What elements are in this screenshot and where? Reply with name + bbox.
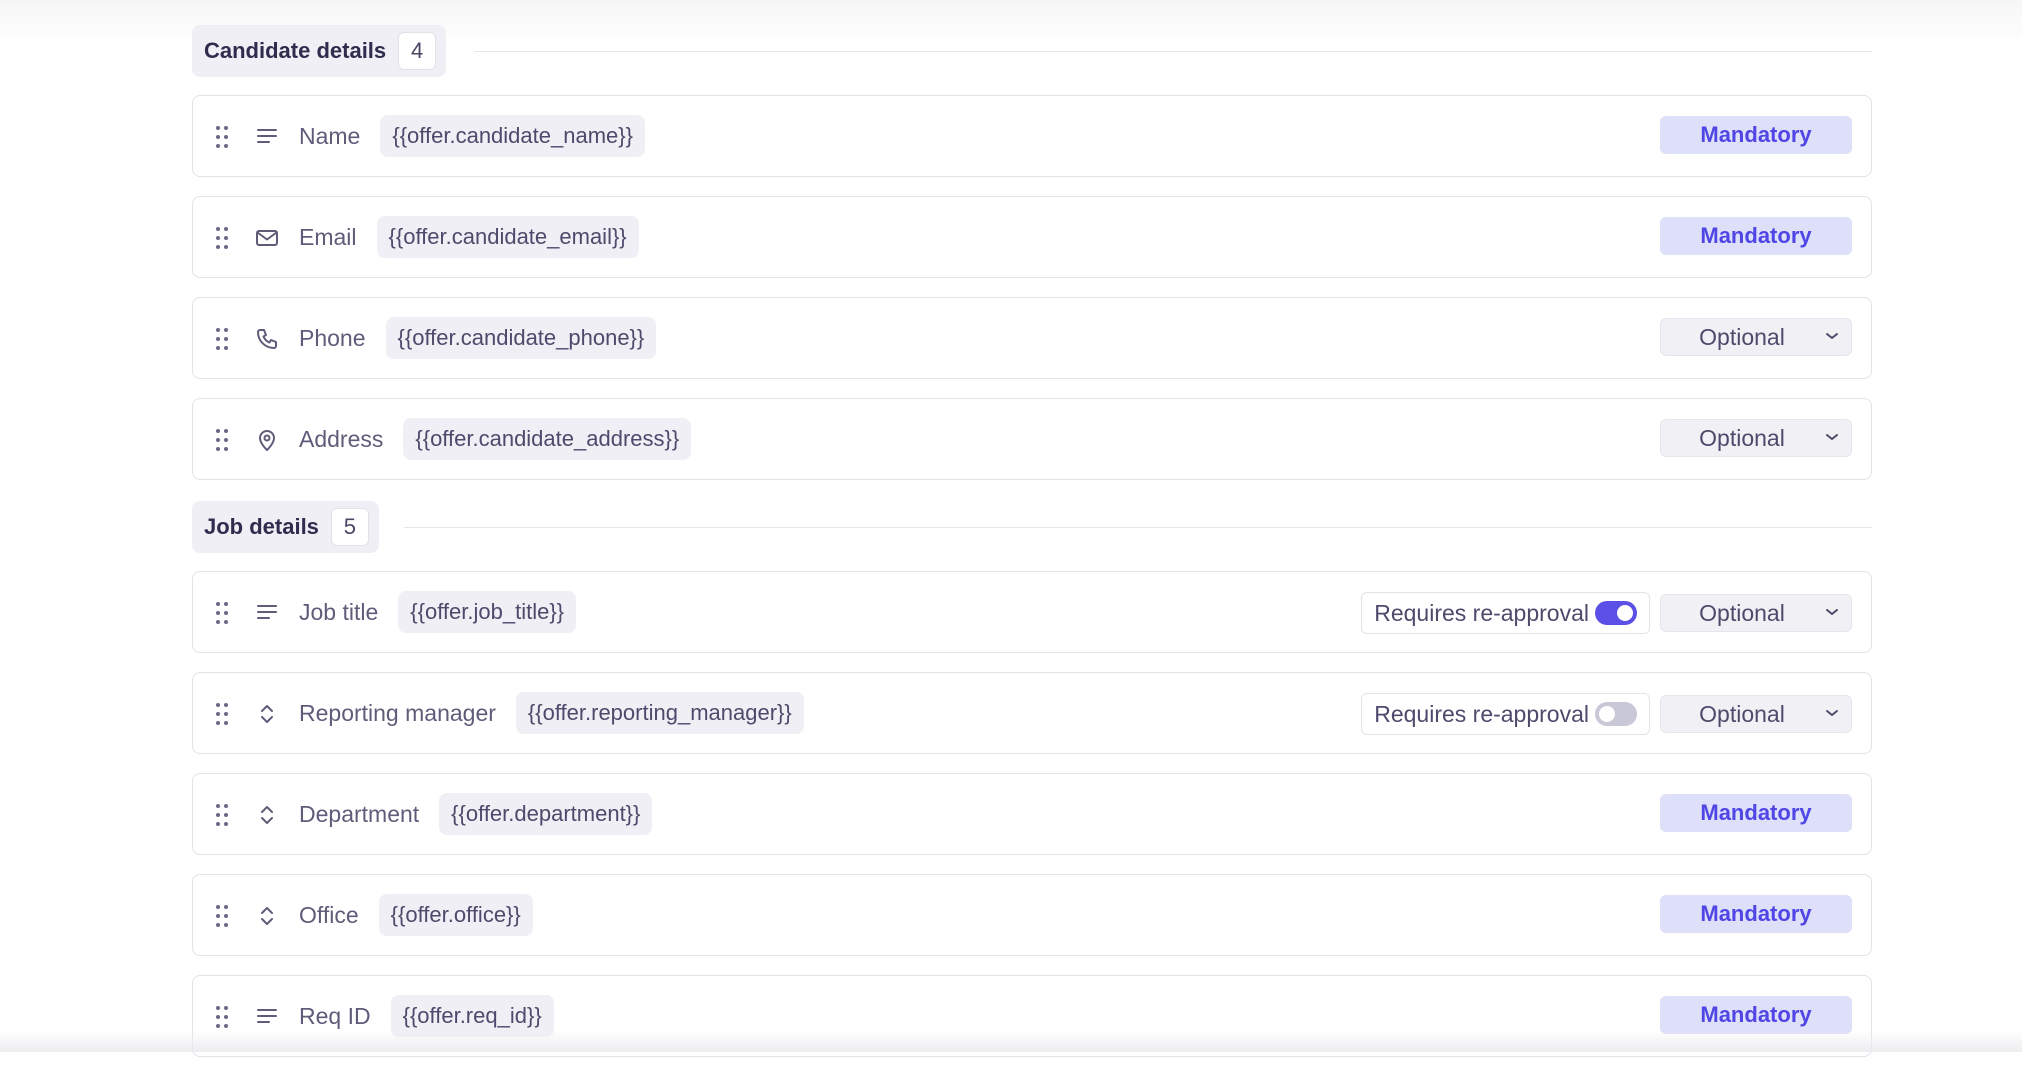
field-label: Department [299,800,420,827]
drag-handle-icon[interactable] [215,601,229,625]
field-row-phone[interactable]: Phone {{offer.candidate_phone}} Optional [192,297,1872,379]
chevron-down-icon [1826,609,1838,615]
requirement-select-value: Optional [1699,599,1785,626]
requirement-select-value: Optional [1699,424,1785,451]
field-token: {{offer.candidate_name}} [380,115,645,157]
mail-icon [255,226,279,250]
field-token: {{offer.candidate_email}} [376,216,639,258]
field-label: Req ID [299,1002,371,1029]
phone-icon [255,327,279,351]
field-row-job-title[interactable]: Job title {{offer.job_title}} Requires r… [192,571,1872,653]
chevron-up-down-icon [255,803,279,827]
field-token: {{offer.candidate_address}} [403,418,692,460]
drag-handle-icon[interactable] [215,327,229,351]
drag-handle-icon[interactable] [215,702,229,726]
requirement-select-value: Optional [1699,700,1785,727]
requirement-select[interactable]: Optional [1660,695,1852,733]
requirement-select[interactable]: Optional [1660,318,1852,356]
field-token: {{offer.req_id}} [390,995,554,1037]
section-title: Job details [204,514,319,539]
reapproval-toggle-on[interactable] [1595,601,1637,625]
field-label: Job title [299,598,379,625]
drag-handle-icon[interactable] [215,226,229,250]
map-pin-icon [255,428,279,452]
field-row-department[interactable]: Department {{offer.department}} Mandator… [192,773,1872,855]
section-title: Candidate details [204,38,387,63]
section-count-badge: 5 [330,508,369,546]
field-token: {{offer.department}} [439,793,653,835]
field-label: Office [299,901,359,928]
reapproval-label: Requires re-approval [1374,700,1589,727]
drag-handle-icon[interactable] [215,428,229,452]
chevron-down-icon [1826,710,1838,716]
field-row-office[interactable]: Office {{offer.office}} Mandatory [192,874,1872,956]
field-row-req-id[interactable]: Req ID {{offer.req_id}} Mandatory [192,975,1872,1057]
requirement-select[interactable]: Optional [1660,419,1852,457]
requirement-select-value: Optional [1699,323,1785,350]
drag-handle-icon[interactable] [215,803,229,827]
mandatory-badge: Mandatory [1660,116,1852,154]
section-divider [404,527,1872,528]
section-count-badge: 4 [398,32,437,70]
chevron-down-icon [1826,434,1838,440]
drag-handle-icon[interactable] [215,125,229,149]
field-row-email[interactable]: Email {{offer.candidate_email}} Mandator… [192,196,1872,278]
field-label: Address [299,425,384,452]
reapproval-toggle-control[interactable]: Requires re-approval [1361,592,1650,634]
section-header-candidate-details: Candidate details 4 [192,25,1872,77]
text-lines-icon [255,601,279,625]
field-row-reporting-manager[interactable]: Reporting manager {{offer.reporting_mana… [192,672,1872,754]
field-label: Name [299,122,361,149]
reapproval-toggle-control[interactable]: Requires re-approval [1361,693,1650,735]
requirement-select[interactable]: Optional [1660,594,1852,632]
field-token: {{offer.office}} [378,894,533,936]
field-label: Reporting manager [299,699,496,726]
text-lines-icon [255,1005,279,1029]
section-divider [474,51,1872,52]
field-label: Email [299,223,357,250]
field-token: {{offer.reporting_manager}} [515,692,804,734]
field-row-address[interactable]: Address {{offer.candidate_address}} Opti… [192,398,1872,480]
field-token: {{offer.candidate_phone}} [385,317,657,359]
section-title-pill: Candidate details 4 [192,25,447,77]
field-label: Phone [299,324,366,351]
reapproval-label: Requires re-approval [1374,599,1589,626]
mandatory-badge: Mandatory [1660,217,1852,255]
offer-fields-list: Candidate details 4 Name {{offer.candida… [192,25,1872,1076]
drag-handle-icon[interactable] [215,904,229,928]
field-token: {{offer.job_title}} [398,591,577,633]
chevron-up-down-icon [255,702,279,726]
reapproval-toggle-off[interactable] [1595,702,1637,726]
drag-handle-icon[interactable] [215,1005,229,1029]
text-lines-icon [255,125,279,149]
chevron-down-icon [1826,333,1838,339]
mandatory-badge: Mandatory [1660,895,1852,933]
section-title-pill: Job details 5 [192,501,379,553]
chevron-up-down-icon [255,904,279,928]
mandatory-badge: Mandatory [1660,996,1852,1034]
section-header-job-details: Job details 5 [192,501,1872,553]
field-row-name[interactable]: Name {{offer.candidate_name}} Mandatory [192,95,1872,177]
mandatory-badge: Mandatory [1660,794,1852,832]
